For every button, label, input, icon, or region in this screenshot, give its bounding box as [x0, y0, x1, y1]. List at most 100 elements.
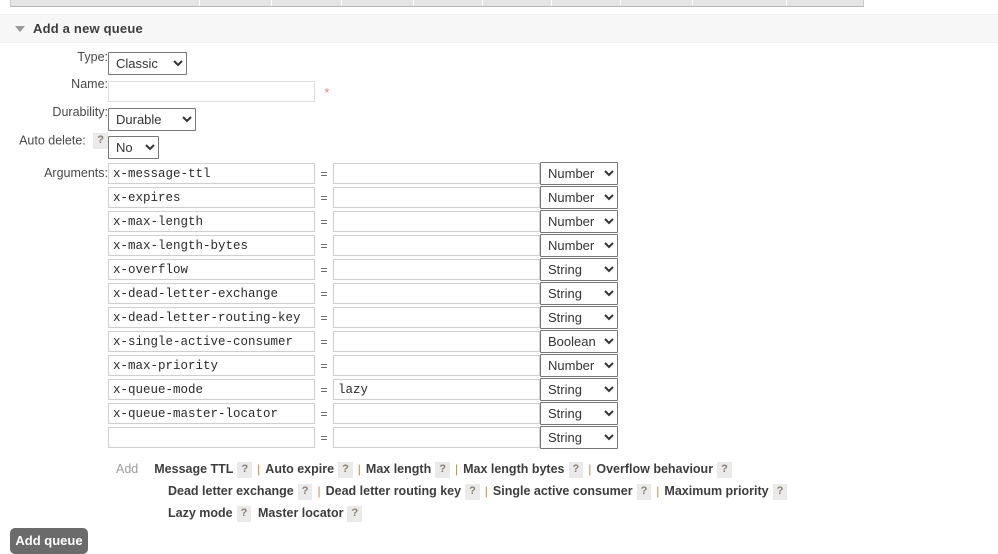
argument-type-select[interactable]: String — [540, 378, 618, 401]
argument-value-input[interactable] — [333, 307, 540, 328]
argument-key-input[interactable] — [108, 235, 315, 256]
argument-value-input[interactable] — [333, 211, 540, 232]
argument-key-input[interactable] — [108, 283, 315, 304]
argument-key-input[interactable] — [108, 211, 315, 232]
name-label: Name: — [71, 77, 108, 91]
argument-value-input[interactable] — [333, 403, 540, 424]
arguments-label: Arguments: — [44, 166, 108, 180]
equals-sign: = — [320, 166, 328, 181]
preset-argument-link[interactable]: Max length bytes — [463, 462, 564, 476]
argument-type-select[interactable]: Number — [540, 186, 618, 209]
durability-select[interactable]: Durable — [108, 108, 196, 131]
argument-value-cell — [333, 426, 540, 449]
argument-value-input[interactable] — [333, 355, 540, 376]
argument-value-input[interactable] — [333, 379, 540, 400]
argument-key-input[interactable] — [108, 259, 315, 280]
argument-key-input[interactable] — [108, 187, 315, 208]
arguments-field-cell: = Number = Number = Number = Number = String = Stri… — [108, 161, 788, 524]
argument-value-input[interactable] — [333, 331, 540, 352]
argument-row: = Number — [108, 186, 618, 209]
preset-argument-link[interactable]: Auto expire — [265, 462, 334, 476]
argument-value-cell — [333, 258, 540, 281]
argument-key-cell — [108, 258, 315, 281]
arguments-label-cell: Arguments: — [0, 161, 108, 524]
argument-type-select[interactable]: Number — [540, 162, 618, 185]
argument-type-select[interactable]: Boolean — [540, 330, 618, 353]
argument-type-select[interactable]: String — [540, 306, 618, 329]
preset-help-icon[interactable]: ? — [297, 483, 313, 500]
durability-field-cell: Durable — [108, 105, 787, 133]
argument-value-cell — [333, 306, 540, 329]
equals-sign: = — [320, 286, 328, 301]
argument-value-input[interactable] — [333, 235, 540, 256]
argument-key-cell — [108, 186, 315, 209]
argument-key-input[interactable] — [108, 379, 315, 400]
preset-help-icon[interactable]: ? — [772, 483, 788, 500]
argument-key-cell — [108, 354, 315, 377]
argument-type-select[interactable]: String — [540, 282, 618, 305]
table-column-divider — [11, 0, 200, 6]
table-column-divider — [621, 0, 693, 6]
preset-argument-link[interactable]: Dead letter routing key — [326, 484, 461, 498]
argument-value-input[interactable] — [333, 283, 540, 304]
table-column-divider — [272, 0, 342, 6]
preset-help-icon[interactable]: ? — [237, 461, 253, 478]
argument-type-select[interactable]: Number — [540, 234, 618, 257]
preset-help-icon[interactable]: ? — [236, 505, 252, 522]
preset-argument-link[interactable]: Single active consumer — [493, 484, 633, 498]
preset-help-icon[interactable]: ? — [568, 461, 584, 478]
equals-sign: = — [320, 358, 328, 373]
argument-key-input[interactable] — [108, 427, 315, 448]
queue-name-input[interactable] — [108, 81, 315, 102]
argument-type-cell: String — [540, 378, 618, 401]
argument-key-input[interactable] — [108, 355, 315, 376]
argument-value-input[interactable] — [333, 427, 540, 448]
argument-type-select[interactable]: Number — [540, 210, 618, 233]
argument-type-cell: Boolean — [540, 330, 618, 353]
add-queue-section-header[interactable]: Add a new queue — [0, 14, 998, 43]
queue-type-select[interactable]: Classic — [108, 52, 187, 75]
preset-help-icon[interactable]: ? — [338, 461, 353, 478]
argument-key-cell — [108, 426, 315, 449]
argument-key-input[interactable] — [108, 403, 315, 424]
table-column-divider — [483, 0, 552, 6]
preset-help-icon[interactable]: ? — [435, 461, 450, 478]
argument-type-select[interactable]: String — [540, 258, 618, 281]
preset-argument-link[interactable]: Max length — [366, 462, 431, 476]
auto-delete-select[interactable]: No — [108, 136, 159, 159]
argument-value-input[interactable] — [333, 259, 540, 280]
triangle-down-icon[interactable] — [15, 26, 25, 32]
preset-separator: | — [454, 462, 459, 476]
argument-type-select[interactable]: Number — [540, 354, 618, 377]
argument-value-input[interactable] — [333, 163, 540, 184]
argument-value-cell — [333, 234, 540, 257]
preset-help-icon[interactable]: ? — [717, 461, 732, 478]
argument-key-input[interactable] — [108, 163, 315, 184]
argument-value-input[interactable] — [333, 187, 540, 208]
argument-value-cell — [333, 330, 540, 353]
argument-row: = String — [108, 378, 618, 401]
form-row-type: Type: Classic — [0, 50, 787, 77]
preset-argument-link[interactable]: Master locator — [258, 506, 343, 520]
argument-key-input[interactable] — [108, 307, 315, 328]
type-label-cell: Type: — [0, 50, 108, 77]
argument-row: = Number — [108, 162, 618, 185]
preset-argument-link[interactable]: Message TTL — [154, 462, 233, 476]
preset-argument-link[interactable]: Maximum priority — [664, 484, 768, 498]
argument-key-cell — [108, 402, 315, 425]
argument-type-select[interactable]: String — [540, 402, 618, 425]
preset-help-icon[interactable]: ? — [636, 483, 652, 500]
form-row-durability: Durability: Durable — [0, 105, 787, 133]
preset-argument-link[interactable]: Overflow behaviour — [596, 462, 713, 476]
argument-type-cell: String — [540, 426, 618, 449]
preset-help-icon[interactable]: ? — [347, 505, 363, 522]
preset-argument-link[interactable]: Dead letter exchange — [168, 484, 294, 498]
auto-delete-help-icon[interactable]: ? — [93, 133, 108, 149]
add-queue-button[interactable]: Add queue — [10, 528, 88, 554]
argument-key-input[interactable] — [108, 331, 315, 352]
form-row-name: Name: * — [0, 77, 787, 105]
preset-argument-link[interactable]: Lazy mode — [168, 506, 233, 520]
preset-help-icon[interactable]: ? — [465, 483, 480, 500]
argument-type-select[interactable]: String — [540, 426, 618, 449]
add-queue-form: Type: Classic Name: * Durability: Durabl… — [0, 50, 998, 524]
